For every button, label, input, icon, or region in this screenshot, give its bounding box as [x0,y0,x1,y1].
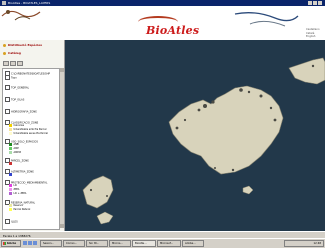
layer-checkbox[interactable] [5,75,10,80]
layer-checkbox[interactable] [5,109,10,114]
legend-entry: LIC [9,184,17,187]
taskbar-button[interactable]: Adobe... [182,240,204,247]
taskbar-button[interactable]: Correo... [63,240,85,247]
map-canvas[interactable] [65,40,325,231]
window-title: BioAtles - BIOATLES_LAYERS [8,0,51,5]
taskbar-button[interactable]: Micros... [109,240,131,247]
zoom-icon[interactable] [3,61,9,66]
quicklaunch-outlook-icon[interactable] [33,241,37,245]
windows-flag-icon [3,242,6,245]
layer-item[interactable]: ILLES [5,219,18,224]
legend-entry: ARIP [9,147,19,150]
legend-entry: ANEI [9,143,19,146]
bullet-icon [3,43,6,47]
legend-entry: ZEPA [9,188,19,191]
pan-icon[interactable] [10,61,16,66]
legend-entry: ARIP-B [9,151,21,154]
legend-entry: LIC + ZEPA [9,192,26,195]
layer-list[interactable]: C:\CARBONATES\BIOATLES\SHP Topo TOP_GENE… [2,68,60,230]
quicklaunch-desktop-icon[interactable] [28,241,32,245]
taskbar-button[interactable]: Microsof... [157,240,181,247]
legend-entry: Urbanitzable sense Pla Parcial [9,132,48,135]
taskbar-button[interactable]: Sin tit... [86,240,108,247]
layer-checkbox[interactable] [5,85,10,90]
quicklaunch-ie-icon[interactable] [23,241,27,245]
layer-item[interactable]: HIDROGRAFIA_ZONE [5,109,37,114]
map-view[interactable] [65,40,325,231]
legend-entry: Urbanitzable amb Pla Parcial [9,128,46,131]
layer-checkbox[interactable] [5,97,10,102]
bioatles-logo: BioAtles [146,24,200,37]
legend-entry: Parcial Natural [9,208,30,211]
legend-entry: Calcàries [9,124,24,127]
taskbar-button[interactable]: Sesion... [40,240,62,247]
scroll-up-icon[interactable] [60,68,64,72]
maximize-button[interactable] [313,1,317,5]
legend-swatch [9,173,14,176]
lang-link[interactable]: Castellano [306,28,320,32]
header-banner: BioAtles Castellano Català English [0,6,325,40]
legend-entry: Reserva [9,204,23,207]
app-icon [2,1,6,5]
info-icon[interactable] [17,61,23,66]
layer-checkbox[interactable] [5,219,10,224]
system-tray: 12:48 [284,240,324,247]
language-links: Castellano Català English [306,28,320,39]
left-panel: Distribució Espècies Catàleg C:\CARBONAT… [0,40,65,231]
nav-catalog[interactable]: Catàleg [3,51,21,55]
layer-item[interactable]: TOP_ISLAS [5,97,24,102]
layer-item[interactable]: Topo [5,75,17,80]
close-button[interactable] [318,1,322,5]
clock: 12:48 [313,242,321,245]
lang-link[interactable]: English [306,35,320,39]
layer-toolbar [3,61,61,66]
scroll-down-icon[interactable] [60,224,64,228]
start-button[interactable]: Inicio [1,240,21,247]
minimize-button[interactable] [308,1,312,5]
legend-swatch [9,162,14,165]
layer-scrollbar[interactable] [59,68,64,228]
map-scale-text: Escala 1 a 1388276 [3,233,31,238]
taskbar-button-active[interactable]: BioAtle... [132,240,156,247]
nav-species-distribution[interactable]: Distribució Espècies [3,43,42,47]
fish-decoration-icon [234,12,299,27]
layer-item[interactable]: TOP_GENERAL [5,85,29,90]
bird-decoration-icon [1,10,41,21]
bullet-icon [3,51,6,55]
